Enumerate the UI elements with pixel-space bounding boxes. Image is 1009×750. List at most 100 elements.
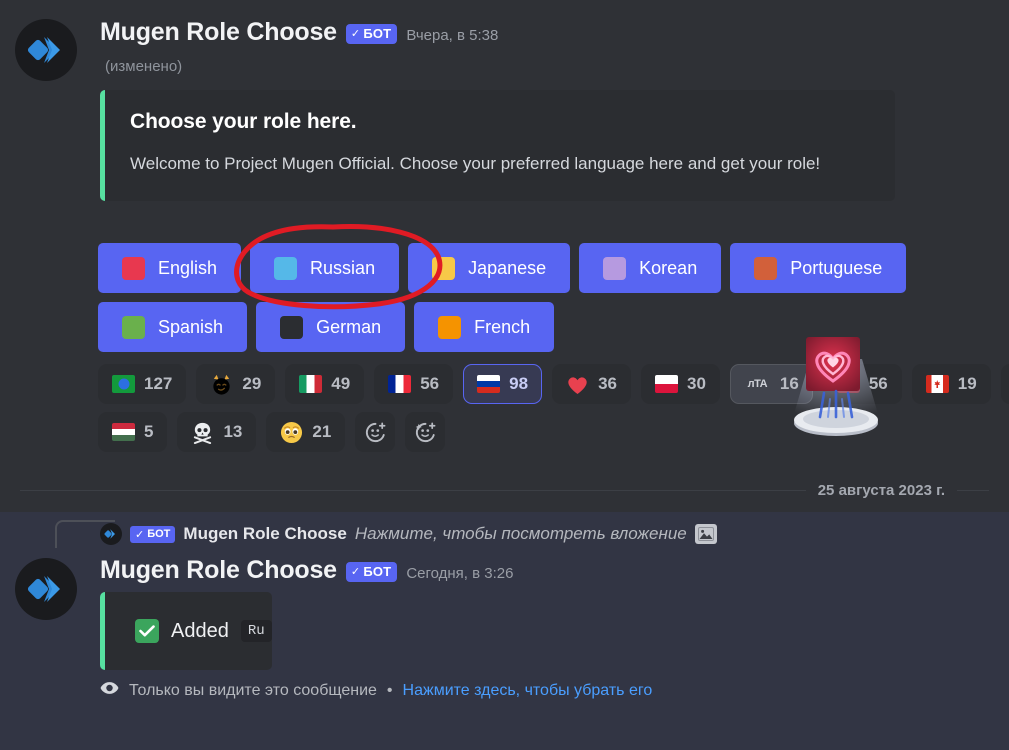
action-rows: English Russian Japanese Korean Portugue… xyxy=(98,243,1008,361)
button-korean[interactable]: Korean xyxy=(579,243,722,293)
flag-italy-icon xyxy=(299,375,323,393)
reply-bot-badge: ✓ БОТ xyxy=(130,525,176,543)
button-german[interactable]: German xyxy=(256,302,406,352)
reaction-smirk-cat[interactable]: 29 xyxy=(196,364,276,404)
add-super-reaction-glyph xyxy=(415,422,436,442)
reaction-count: 5 xyxy=(144,422,154,441)
reaction-count: 127 xyxy=(144,374,173,393)
reaction-count: 49 xyxy=(331,374,351,393)
action-row-1: English Russian Japanese Korean Portugue… xyxy=(98,243,1008,293)
reaction-flag-brazil[interactable]: 127 xyxy=(98,364,187,404)
reaction-count: 56 xyxy=(420,374,440,393)
button-russian[interactable]: Russian xyxy=(250,243,400,293)
reaction-count: 16 xyxy=(779,374,799,393)
jta-badge-icon: лТА xyxy=(747,378,768,390)
divider-line-right xyxy=(957,490,989,491)
reaction-count: 98 xyxy=(509,374,529,393)
reaction-flag-indonesia[interactable] xyxy=(1000,364,1009,404)
avatar[interactable] xyxy=(15,19,77,81)
orange-square-icon xyxy=(438,315,462,339)
green-check-icon xyxy=(135,619,159,643)
reaction-flag-italy[interactable]: 49 xyxy=(285,364,365,404)
button-label: Korean xyxy=(639,257,698,278)
skull-crossbones-icon xyxy=(194,422,212,444)
message-header-2: Mugen Role Choose ✓ БОТ Сегодня, в 3:26 xyxy=(100,556,513,585)
reaction-count: 21 xyxy=(312,422,332,441)
author-name[interactable]: Mugen Role Choose xyxy=(100,18,337,47)
reaction-flag-hungary[interactable]: 5 xyxy=(98,412,168,452)
flag-brazil-icon xyxy=(112,375,135,393)
action-row-2: Spanish German French xyxy=(98,302,1008,352)
flag-france-icon xyxy=(388,375,412,393)
black-square-icon xyxy=(280,315,304,339)
discord-chat-view: Mugen Role Choose ✓ БОТ Вчера, в 5:38 (из… xyxy=(0,0,1009,750)
red-square-icon xyxy=(122,256,145,280)
ephemeral-notice-text: Только вы видите это сообщение xyxy=(129,681,377,699)
button-portuguese[interactable]: Portuguese xyxy=(730,243,907,293)
reaction-count: 36 xyxy=(598,374,617,393)
button-spanish[interactable]: Spanish xyxy=(98,302,248,352)
author-name[interactable]: Mugen Role Choose xyxy=(100,556,337,585)
bot-badge: ✓ БОТ xyxy=(345,562,398,582)
reply-author-name[interactable]: Mugen Role Choose xyxy=(183,524,346,544)
button-label: Spanish xyxy=(158,316,224,337)
mugen-logo-icon xyxy=(27,576,60,602)
bot-badge: ✓ БОТ xyxy=(345,24,398,44)
date-divider: 25 августа 2023 г. xyxy=(20,482,989,499)
reactions-area: 127 29 49 56 98 36 30 лТА 16 56 19 5 13 … xyxy=(98,364,1009,460)
bot-label: БОТ xyxy=(363,26,392,41)
button-label: French xyxy=(474,316,531,337)
reaction-skull-crossbones[interactable]: 13 xyxy=(177,412,257,452)
red-heart-icon xyxy=(568,376,587,394)
flag-hungary-icon xyxy=(112,423,135,441)
dismiss-message-link[interactable]: Нажмите здесь, чтобы убрать его xyxy=(403,682,653,700)
blue-square-icon xyxy=(274,256,298,280)
add-reaction-glyph xyxy=(365,422,386,442)
verified-check-icon: ✓ xyxy=(350,28,361,40)
reaction-flag-russia[interactable]: 98 xyxy=(463,364,543,404)
date-label: 25 августа 2023 г. xyxy=(817,482,945,499)
embed-title: Choose your role here. xyxy=(130,110,357,133)
add-reaction-icon[interactable] xyxy=(355,412,396,452)
button-label: German xyxy=(316,316,382,337)
role-code-chip: Ru xyxy=(240,620,272,642)
flag-poland-icon xyxy=(654,375,678,393)
ephemeral-notice: Только вы видите это сообщение • Нажмите… xyxy=(100,681,652,700)
yellow-square-icon xyxy=(432,256,456,280)
reaction-flag-canada[interactable]: 19 xyxy=(911,364,991,404)
avatar[interactable] xyxy=(15,558,77,620)
embed-card-added: Added Ru xyxy=(100,592,272,670)
reaction-heart-hologram[interactable]: 56 xyxy=(822,364,902,404)
check-glyph xyxy=(139,625,155,637)
add-super-reaction-icon[interactable] xyxy=(405,412,446,452)
reply-reference[interactable]: ✓ БОТ Mugen Role Choose Нажмите, чтобы по… xyxy=(100,523,717,545)
button-japanese[interactable]: Japanese xyxy=(408,243,571,293)
mugen-logo-icon xyxy=(104,529,115,539)
pleading-face-icon xyxy=(281,421,303,443)
reply-preview-text: Нажмите, чтобы посмотреть вложение xyxy=(354,524,687,543)
reaction-jta-badge[interactable]: лТА 16 xyxy=(729,364,813,404)
button-english[interactable]: English xyxy=(98,243,242,293)
eye-icon xyxy=(100,681,119,700)
verified-check-icon: ✓ xyxy=(350,566,361,578)
reaction-flag-poland[interactable]: 30 xyxy=(640,364,720,404)
button-label: English xyxy=(158,257,218,278)
reaction-red-heart[interactable]: 36 xyxy=(552,364,631,404)
image-attachment-icon xyxy=(694,524,717,544)
bot-label: БОТ xyxy=(147,528,171,540)
reaction-pleading-face[interactable]: 21 xyxy=(266,412,346,452)
timestamp: Вчера, в 5:38 xyxy=(406,27,499,44)
embed-card: Choose your role here. Welcome to Projec… xyxy=(100,90,895,201)
timestamp: Сегодня, в 3:26 xyxy=(406,565,514,582)
divider-line-left xyxy=(20,490,806,491)
reaction-row-1: 127 29 49 56 98 36 30 лТА 16 56 19 xyxy=(98,364,1009,404)
embed-description: Welcome to Project Mugen Official. Choos… xyxy=(130,154,821,173)
reaction-count: 19 xyxy=(957,374,977,393)
button-french[interactable]: French xyxy=(414,302,555,352)
mugen-logo-icon xyxy=(27,37,60,63)
separator-dot: • xyxy=(386,681,393,699)
verified-check-icon: ✓ xyxy=(135,528,145,541)
button-label: Japanese xyxy=(468,257,547,278)
heart-hologram-icon xyxy=(836,375,860,393)
reaction-flag-france[interactable]: 56 xyxy=(374,364,454,404)
